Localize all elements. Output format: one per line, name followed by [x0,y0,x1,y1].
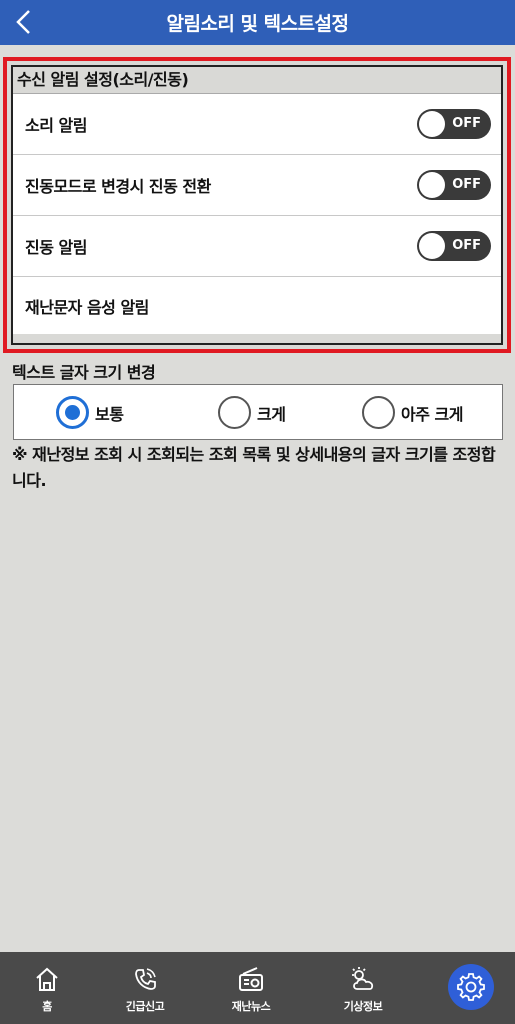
radio-large-label: 크게 [257,404,286,424]
nav-emergency-label: 긴급신고 [125,1000,165,1013]
voice-alarm-label: 재난문자 음성 알림 [25,297,149,317]
phone-icon [135,968,156,990]
vibrate-switch-label: 진동모드로 변경시 진동 전환 [25,177,211,196]
chevron-left-icon [16,10,30,34]
toggle-knob [419,233,445,259]
radio-icon [239,967,263,991]
radio-checked-icon [56,396,89,429]
alarm-row-vibrate: 진동 알림 OFF [13,216,501,277]
settings-button[interactable] [448,964,494,1010]
nav-weather-label: 기상정보 [343,1000,383,1013]
nav-emergency[interactable]: 긴급신고 [100,952,190,1024]
page-title: 알림소리 및 텍스트설정 [166,13,349,35]
alarm-row-sound: 소리 알림 OFF [13,94,501,155]
toggle-state: OFF [452,177,481,192]
toggle-knob [419,172,445,198]
alarm-settings-section: 수신 알림 설정(소리/진동) 소리 알림 OFF 진동모드로 변경시 진동 전… [11,65,503,345]
vibrate-switch-toggle[interactable]: OFF [417,170,491,200]
radio-extra-large-label: 아주 크게 [401,404,463,424]
home-icon [36,967,58,991]
alarm-section-label: 수신 알림 설정(소리/진동) [17,70,189,89]
sound-alarm-toggle[interactable]: OFF [417,109,491,139]
nav-home-label: 홈 [42,1000,52,1013]
vibrate-alarm-label: 진동 알림 [25,238,87,257]
alarm-settings-list: 소리 알림 OFF 진동모드로 변경시 진동 전환 OFF 진동 알림 OFF [13,93,501,334]
nav-news[interactable]: 재난뉴스 [206,952,296,1024]
nav-news-label: 재난뉴스 [231,1000,271,1013]
back-button[interactable] [8,6,38,38]
alarm-row-vibrate-switch: 진동모드로 변경시 진동 전환 OFF [13,155,501,216]
nav-weather[interactable]: 기상정보 [318,952,408,1024]
bottom-nav: 홈 긴급신고 재난뉴스 기상정보 [0,952,515,1024]
toggle-knob [419,111,445,137]
text-size-label: 텍스트 글자 크기 변경 [12,363,156,382]
text-size-options: 보통 크게 아주 크게 [13,384,503,440]
vibrate-alarm-toggle[interactable]: OFF [417,231,491,261]
radio-normal[interactable]: 보통 [56,396,124,429]
toggle-state: OFF [452,116,481,131]
weather-icon [352,967,374,990]
gear-icon [457,973,485,1001]
radio-unchecked-icon [218,396,251,429]
radio-normal-label: 보통 [95,404,124,424]
alarm-settings-highlight: 수신 알림 설정(소리/진동) 소리 알림 OFF 진동모드로 변경시 진동 전… [3,57,511,353]
sound-alarm-label: 소리 알림 [25,116,87,135]
app-header: 알림소리 및 텍스트설정 [0,0,515,45]
radio-large[interactable]: 크게 [218,396,286,429]
text-size-note: ※ 재난정보 조회 시 조회되는 조회 목록 및 상세내용의 글자 크기를 조정… [12,445,496,490]
alarm-row-voice[interactable]: 재난문자 음성 알림 [13,277,501,334]
toggle-state: OFF [452,238,481,253]
radio-extra-large[interactable]: 아주 크게 [362,396,463,429]
nav-home[interactable]: 홈 [2,952,92,1024]
radio-unchecked-icon [362,396,395,429]
